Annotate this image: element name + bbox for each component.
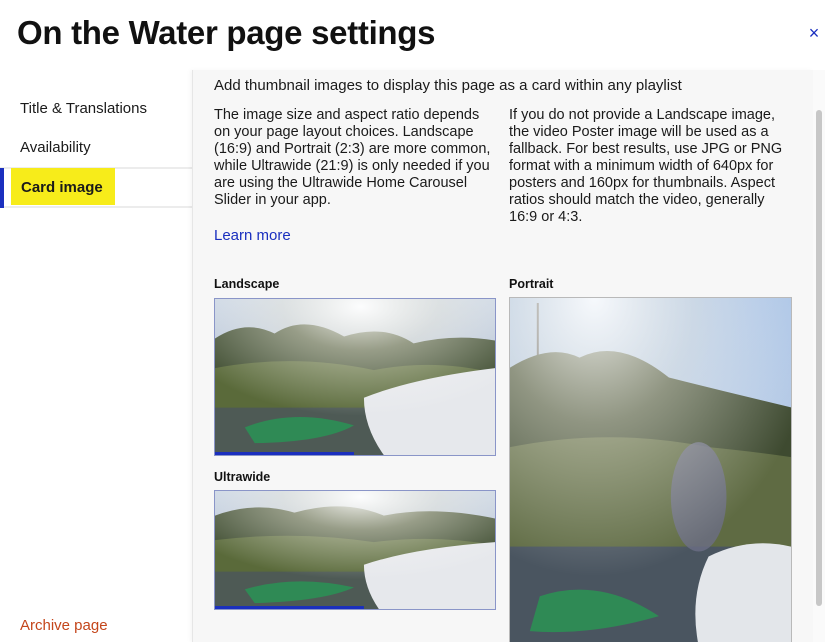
sidebar: Title & Translations Availability Card i… — [0, 70, 192, 642]
sidebar-item-title-translations[interactable]: Title & Translations — [0, 90, 192, 128]
sidebar-item-label: Title & Translations — [20, 100, 147, 117]
portrait-label: Portrait — [509, 277, 554, 291]
sidebar-item-availability[interactable]: Availability — [0, 129, 192, 169]
sidebar-item-label: Card image — [21, 179, 103, 196]
archive-page-link[interactable]: Archive page — [20, 617, 108, 634]
aspect-ratio-description: The image size and aspect ratio depends … — [214, 107, 491, 208]
active-indicator — [0, 168, 4, 208]
learn-more-link[interactable]: Learn more — [214, 227, 291, 244]
ultrawide-image[interactable] — [214, 490, 496, 610]
scrollbar-thumb[interactable] — [816, 110, 822, 606]
landscape-image[interactable] — [214, 298, 496, 456]
sidebar-item-card-image[interactable]: Card image — [0, 168, 192, 208]
fallback-description: If you do not provide a Landscape image,… — [509, 107, 783, 225]
landscape-label: Landscape — [214, 277, 280, 291]
close-icon[interactable]: × — [804, 22, 824, 44]
portrait-image[interactable] — [509, 297, 792, 642]
ultrawide-label: Ultrawide — [214, 470, 271, 484]
intro-text: Add thumbnail images to display this pag… — [214, 77, 682, 94]
page-title: On the Water page settings — [17, 14, 436, 51]
card-image-panel: Add thumbnail images to display this pag… — [192, 70, 813, 642]
sidebar-item-label: Availability — [20, 139, 91, 156]
header: On the Water page settings × — [0, 0, 825, 70]
